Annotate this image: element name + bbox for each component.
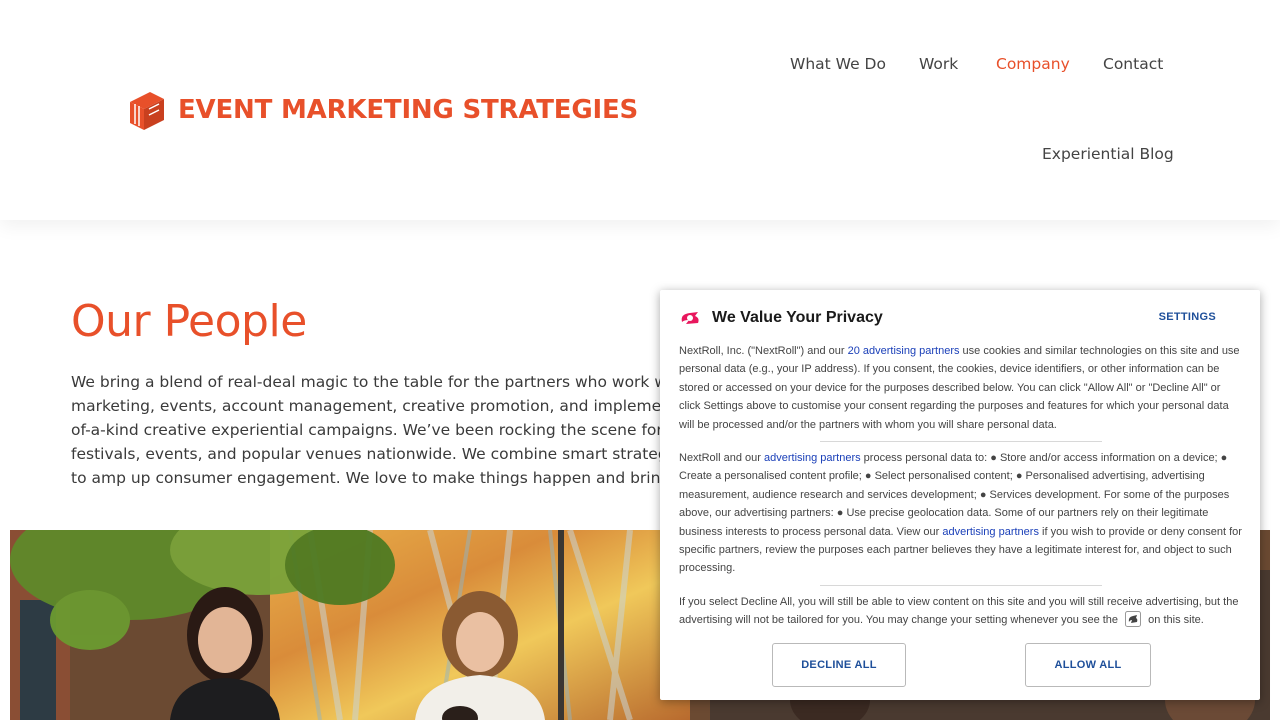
consent-header: We Value Your Privacy: [678, 308, 883, 328]
nav-company[interactable]: Company: [996, 55, 1070, 73]
consent-body: NextRoll, Inc. ("NextRoll") and our 20 a…: [679, 342, 1244, 630]
consent-title: We Value Your Privacy: [712, 309, 883, 326]
logo-icon: [130, 92, 164, 130]
consent-text: use cookies and similar technologies on …: [679, 345, 1240, 431]
site-header: EVENT MARKETING STRATEGIES What We Do Wo…: [0, 0, 1280, 220]
consent-paragraph-3: If you select Decline All, you will stil…: [679, 593, 1244, 630]
consent-settings-icon[interactable]: [1125, 611, 1142, 628]
consent-paragraph-1: NextRoll, Inc. ("NextRoll") and our 20 a…: [679, 342, 1244, 434]
site-logo[interactable]: EVENT MARKETING STRATEGIES: [128, 88, 638, 132]
advertising-partners-link[interactable]: advertising partners: [764, 452, 861, 464]
consent-paragraph-2: NextRoll and our advertising partners pr…: [679, 449, 1244, 578]
nav-contact[interactable]: Contact: [1103, 55, 1163, 73]
nav-experiential-blog[interactable]: Experiential Blog: [1042, 145, 1174, 163]
logo-text: EVENT MARKETING STRATEGIES: [178, 95, 639, 125]
advertising-partners-count-link[interactable]: 20 advertising partners: [848, 345, 960, 357]
consent-text: NextRoll and our: [679, 452, 764, 465]
consent-divider: [820, 584, 1102, 586]
consent-divider: [820, 441, 1102, 443]
decline-all-button[interactable]: DECLINE ALL: [772, 643, 906, 687]
advertising-partners-link-2[interactable]: advertising partners: [942, 526, 1039, 538]
consent-text: NextRoll, Inc. ("NextRoll") and our: [679, 345, 848, 357]
nextroll-logo-icon: [681, 312, 699, 324]
page-title: Our People: [71, 296, 307, 347]
nav-work[interactable]: Work: [919, 55, 958, 73]
nav-what-we-do[interactable]: What We Do: [790, 55, 886, 73]
privacy-consent-dialog: We Value Your Privacy SETTINGS NextRoll,…: [660, 290, 1260, 700]
consent-text: on this site.: [1145, 614, 1204, 627]
allow-all-button[interactable]: ALLOW ALL: [1025, 643, 1151, 687]
consent-settings-link[interactable]: SETTINGS: [1159, 311, 1216, 323]
